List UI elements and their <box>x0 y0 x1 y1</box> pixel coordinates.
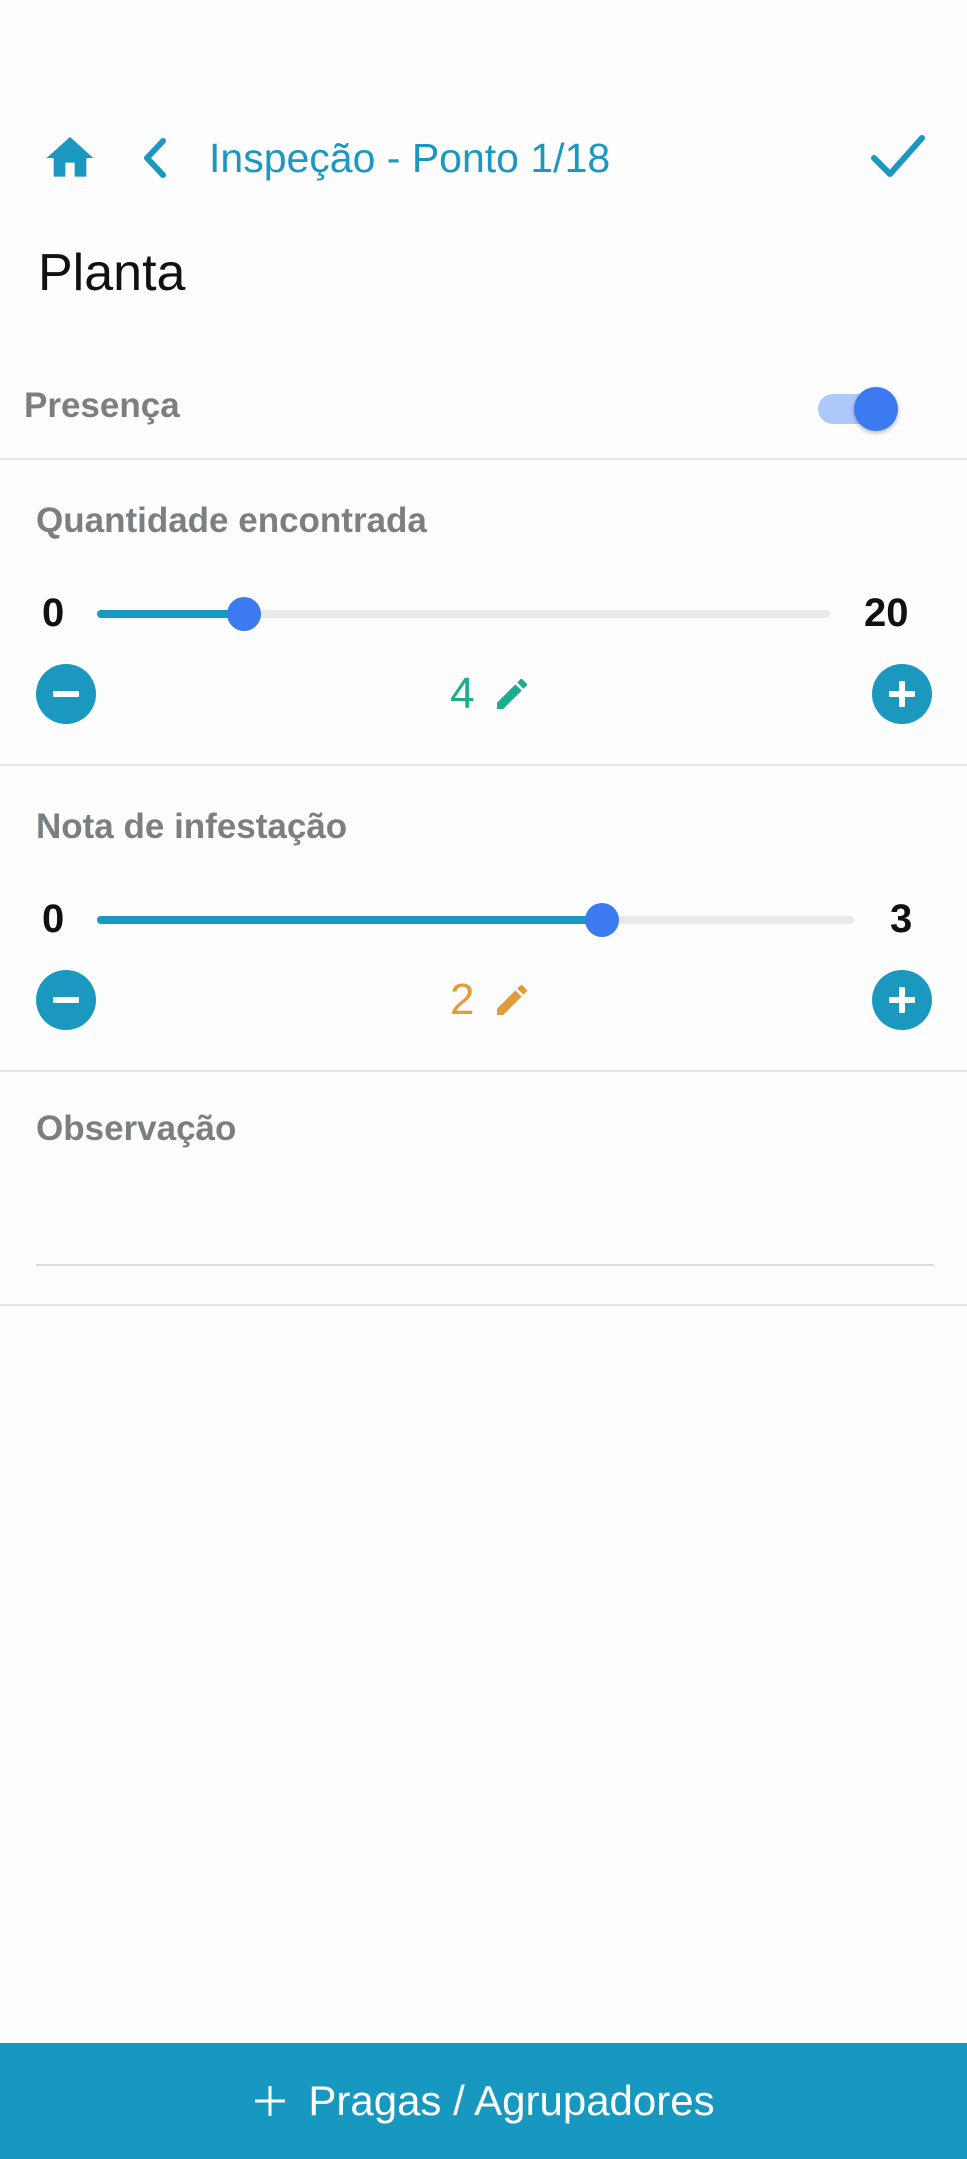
plus-icon <box>889 681 915 707</box>
slider-thumb[interactable] <box>584 903 619 937</box>
infestation-decrement-button[interactable] <box>36 970 96 1030</box>
infestation-value: 2 <box>450 975 475 1024</box>
infestation-label: Nota de infestação <box>36 807 348 846</box>
quantity-value-editor[interactable]: 4 <box>450 666 532 722</box>
plus-icon <box>255 2086 286 2116</box>
infestation-value-editor[interactable]: 2 <box>450 972 532 1028</box>
top-app-bar: Inspeção - Ponto 1/18 <box>0 110 967 200</box>
quantity-value: 4 <box>450 669 475 718</box>
observation-label: Observação <box>36 1109 237 1148</box>
infestation-section: Nota de infestação 0 3 2 <box>0 766 967 1072</box>
observation-input[interactable] <box>36 1172 934 1266</box>
minus-icon <box>53 691 79 697</box>
page-title: Inspeção - Ponto 1/18 <box>209 135 611 181</box>
infestation-increment-button[interactable] <box>872 970 932 1030</box>
slider-thumb[interactable] <box>226 597 261 631</box>
home-icon[interactable] <box>40 130 100 186</box>
quantity-increment-button[interactable] <box>872 664 932 724</box>
slider-fill <box>97 610 244 618</box>
minus-icon <box>53 997 79 1003</box>
check-icon[interactable] <box>868 128 928 184</box>
pencil-icon <box>497 984 528 1015</box>
slider-fill <box>97 916 602 924</box>
infestation-max-label: 3 <box>890 897 913 941</box>
infestation-slider[interactable] <box>97 898 854 938</box>
quantity-label: Quantidade encontrada <box>36 501 427 540</box>
inspection-screen: Inspeção - Ponto 1/18 Planta Presença Qu… <box>0 0 967 2159</box>
quantity-min-label: 0 <box>42 591 65 635</box>
toggle-knob <box>854 387 898 431</box>
pencil-icon <box>497 678 528 709</box>
pests-groupers-button[interactable]: Pragas / Agrupadores <box>0 2043 967 2159</box>
quantity-decrement-button[interactable] <box>36 664 96 724</box>
presence-toggle[interactable] <box>818 379 904 431</box>
chevron-left-icon[interactable] <box>136 132 176 184</box>
infestation-min-label: 0 <box>42 897 65 941</box>
quantity-max-label: 20 <box>864 591 909 635</box>
section-title: Planta <box>38 244 186 302</box>
pests-groupers-label: Pragas / Agrupadores <box>308 2077 715 2124</box>
quantity-section: Quantidade encontrada 0 20 4 <box>0 460 967 766</box>
quantity-slider[interactable] <box>97 592 830 632</box>
plus-icon <box>889 987 915 1013</box>
presence-row: Presença <box>0 365 967 460</box>
observation-section: Observação <box>0 1072 967 1306</box>
presence-label: Presença <box>24 386 180 425</box>
